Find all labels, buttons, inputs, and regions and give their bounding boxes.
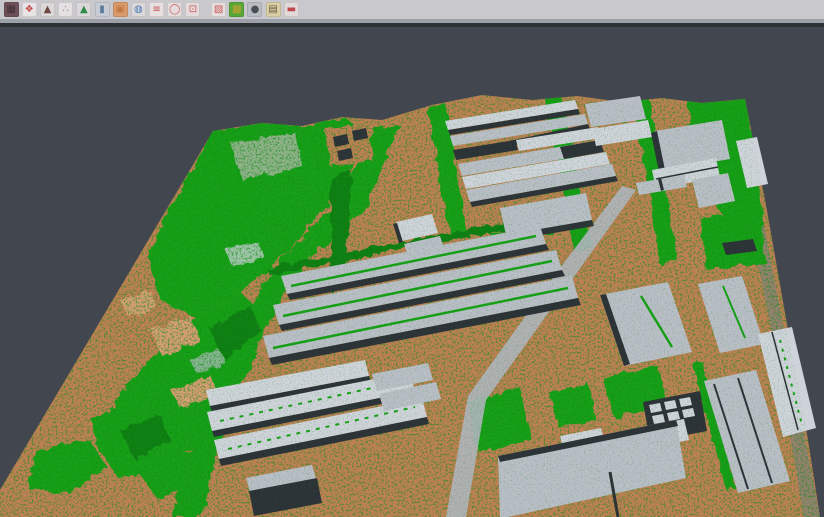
red-list-icon[interactable]: ≡ — [149, 2, 164, 17]
globe-icon[interactable]: ◍ — [131, 2, 146, 17]
classification-icon[interactable]: ▩ — [229, 2, 244, 17]
texture-icon[interactable]: ▤ — [266, 2, 281, 17]
terrain-green-icon[interactable]: ▲ — [76, 2, 91, 17]
height-ramp-icon[interactable]: ▮ — [95, 2, 110, 17]
ortho-layer-icon[interactable]: ▣ — [113, 2, 128, 17]
color-points-icon[interactable]: ❖ — [22, 2, 37, 17]
mesh-dark-icon[interactable]: ● — [247, 2, 262, 17]
terrain-dark-icon[interactable]: ▲ — [40, 2, 55, 17]
open-cloud-icon[interactable]: ▦ — [4, 2, 19, 17]
sparse-points-icon[interactable]: ∴ — [58, 2, 73, 17]
extent-icon[interactable]: ⊡ — [185, 2, 200, 17]
red-card-icon[interactable]: ▬ — [284, 2, 299, 17]
selection-box-icon[interactable]: ▧ — [211, 2, 226, 17]
circle-select-icon[interactable]: ◯ — [167, 2, 182, 17]
toolbar: ▦❖▲∴▲▮▣◍≡◯⊡▧▩●▤▬ — [0, 0, 824, 19]
viewport-3d[interactable] — [0, 27, 824, 517]
